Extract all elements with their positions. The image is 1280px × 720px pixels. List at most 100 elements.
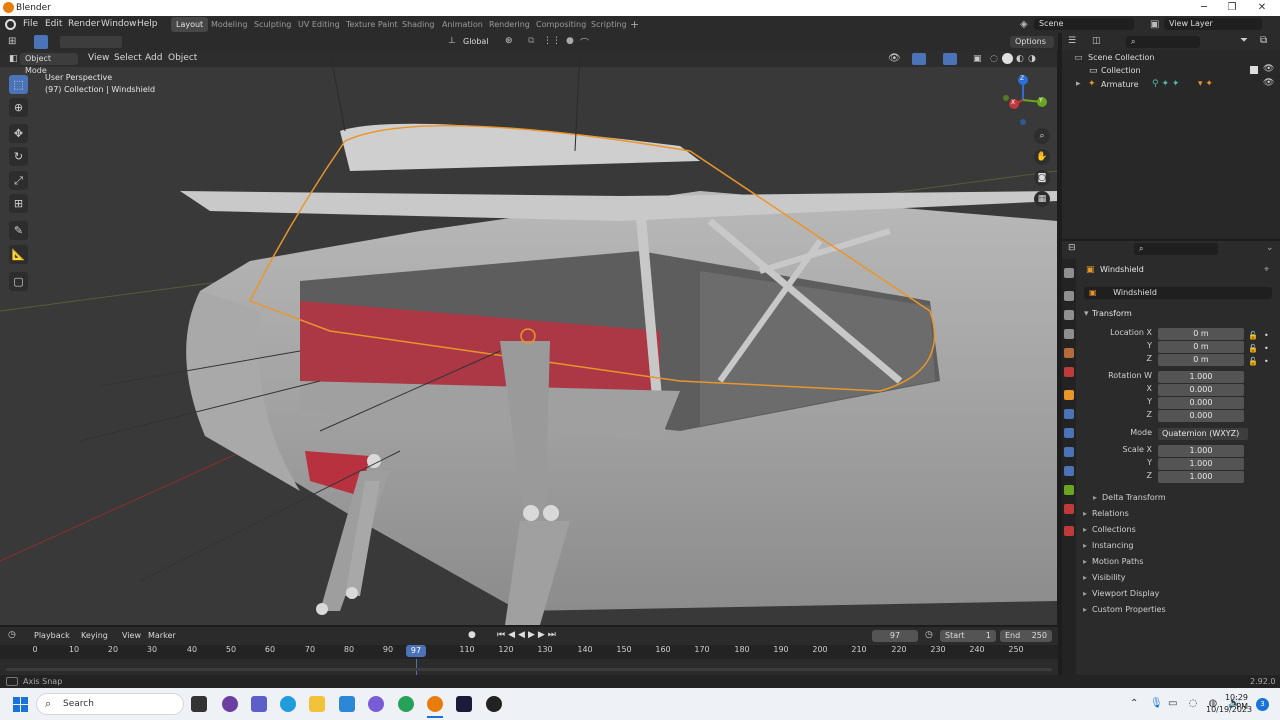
snap-target-icon[interactable]: ⋮⋮ [543, 36, 561, 46]
instancing-panel[interactable]: Instancing [1080, 538, 1272, 553]
end-frame-field[interactable]: End 250 [1000, 630, 1052, 642]
expand-arrow-icon[interactable]: ▸ [1076, 79, 1081, 89]
timeline-menu-keying[interactable]: Keying [77, 629, 112, 642]
object-mode-dropdown[interactable]: Object Mode [20, 53, 78, 75]
obs-icon[interactable] [486, 696, 502, 712]
motion-paths-panel[interactable]: Motion Paths [1080, 554, 1272, 569]
visibility-panel[interactable]: Visibility [1080, 570, 1272, 585]
pin-icon[interactable]: ⌖ [1264, 265, 1269, 275]
tool-tab-icon[interactable] [1064, 268, 1074, 278]
transform-collapse-icon[interactable]: ▾ [1084, 309, 1089, 319]
3d-viewport[interactable] [0, 51, 1057, 625]
scene-selector[interactable]: Scene [1034, 18, 1134, 30]
tab-sculpting[interactable]: Sculpting [249, 17, 296, 32]
edge-browser-icon[interactable] [280, 696, 296, 712]
current-frame-field[interactable]: 97 [872, 630, 918, 642]
measure-tool-icon[interactable]: 📐 [9, 245, 28, 264]
frame-ruler[interactable]: 0 10 20 30 40 50 60 70 80 90 110 120 130… [0, 645, 1058, 659]
output-tab-icon[interactable] [1064, 310, 1074, 320]
viewport-menu-add[interactable]: Add [141, 52, 166, 65]
maximize-icon[interactable]: ❐ [1218, 1, 1246, 15]
select-tool-icon[interactable]: ⬚ [9, 75, 28, 94]
keyframe-dot-icons[interactable]: • • • [1264, 329, 1269, 368]
tab-scripting[interactable]: Scripting [586, 17, 632, 32]
move-tool-icon[interactable]: ✥ [9, 124, 28, 143]
scene-tab-icon[interactable] [1064, 348, 1074, 358]
outliner-editor-icon[interactable]: ☰ [1068, 36, 1076, 46]
scale-z-field[interactable]: 1.000 [1158, 471, 1244, 483]
notification-badge[interactable]: 3 [1256, 698, 1269, 711]
tab-layout[interactable]: Layout [171, 17, 209, 32]
camera-view-icon[interactable]: ◙ [1034, 170, 1050, 186]
filter-icon[interactable]: ⏷ [1240, 35, 1248, 46]
rotation-x-field[interactable]: 0.000 [1158, 384, 1244, 396]
close-icon[interactable]: ✕ [1248, 1, 1276, 15]
properties-editor-icon[interactable]: ⊟ [1068, 243, 1076, 253]
transform-panel-title[interactable]: Transform [1092, 309, 1132, 318]
teams-icon[interactable] [251, 696, 267, 712]
snap-icon[interactable]: ⧉ [528, 36, 534, 46]
tab-modeling[interactable]: Modeling [206, 17, 252, 32]
blender-taskbar-icon[interactable] [427, 696, 443, 712]
proportional-edit-icon[interactable]: ● [566, 36, 574, 46]
app-icon-dark[interactable] [456, 696, 472, 712]
timeline-menu-playback[interactable]: Playback [30, 629, 74, 642]
microphone-icon[interactable]: 🎙 [1150, 698, 1163, 709]
particles-tab-icon[interactable] [1064, 428, 1074, 438]
select-box-icon[interactable] [34, 35, 48, 49]
navigation-gizmo[interactable]: Z Y X [1002, 74, 1048, 126]
outliner-scene-collection[interactable]: Scene Collection [1088, 53, 1155, 62]
texture-tab-icon[interactable] [1064, 526, 1074, 536]
minimize-icon[interactable]: ─ [1190, 1, 1218, 15]
rotation-w-field[interactable]: 1.000 [1158, 371, 1244, 383]
viewport-menu-object[interactable]: Object [164, 52, 201, 65]
zoom-icon[interactable]: ⌕ [1034, 128, 1050, 144]
taskbar-date[interactable]: 10/19/2023 [1206, 705, 1252, 714]
task-view-icon[interactable] [191, 696, 207, 712]
collections-panel[interactable]: Collections [1080, 522, 1272, 537]
taskbar-search-box[interactable]: ⌕ Search [36, 693, 184, 715]
record-icon[interactable]: ● [468, 630, 476, 640]
modifier-tab-icon[interactable] [1064, 409, 1074, 419]
playback-controls-icon[interactable]: ⏮◀◀▶▶⏭ [497, 630, 559, 640]
viewport-display-panel[interactable]: Viewport Display [1080, 586, 1272, 601]
solid-shading-icon[interactable] [1002, 53, 1013, 64]
pan-hand-icon[interactable]: ✋ [1034, 149, 1050, 165]
rotation-z-field[interactable]: 0.000 [1158, 410, 1244, 422]
menu-help[interactable]: Help [133, 18, 162, 31]
timeline-editor-icon[interactable]: ◷ [8, 630, 16, 640]
rotate-tool-icon[interactable]: ↻ [9, 147, 28, 166]
outliner-search-input[interactable]: ⌕ [1126, 36, 1200, 48]
lock-icons[interactable]: 🔓 🔓 🔓 [1248, 329, 1258, 368]
view-layer-tab-icon[interactable] [1064, 329, 1074, 339]
rotation-y-field[interactable]: 0.000 [1158, 397, 1244, 409]
world-tab-icon[interactable] [1064, 367, 1074, 377]
custom-properties-panel[interactable]: Custom Properties [1080, 602, 1272, 617]
material-tab-icon[interactable] [1064, 504, 1074, 514]
selection-mode-buttons[interactable] [60, 36, 122, 48]
ortho-grid-icon[interactable]: ▦ [1034, 191, 1050, 207]
object-tab-icon[interactable] [1064, 390, 1074, 400]
app-icon-blue[interactable] [339, 696, 355, 712]
menu-edit[interactable]: Edit [41, 18, 66, 31]
constraints-tab-icon[interactable] [1064, 466, 1074, 476]
new-collection-icon[interactable]: ⧉ [1260, 35, 1267, 46]
delta-transform-panel[interactable]: Delta Transform [1090, 490, 1280, 505]
transform-tool-icon[interactable]: ⊞ [9, 194, 28, 213]
relations-panel[interactable]: Relations [1080, 506, 1272, 521]
collection-checkbox[interactable] [1250, 66, 1258, 74]
add-workspace-icon[interactable]: + [630, 18, 639, 31]
xray-icon[interactable]: ▣ [973, 54, 982, 64]
properties-search-input[interactable]: ⌕ [1134, 243, 1218, 255]
options-chevron-icon[interactable]: ⌄ [1266, 243, 1274, 253]
discord-icon[interactable] [368, 696, 384, 712]
outliner-collection[interactable]: Collection [1101, 66, 1141, 75]
start-frame-field[interactable]: Start 1 [940, 630, 996, 642]
tab-shading[interactable]: Shading [397, 17, 440, 32]
annotate-tool-icon[interactable]: ✎ [9, 221, 28, 240]
scale-tool-icon[interactable]: ⤢ [9, 171, 28, 190]
timeline-menu-view[interactable]: View [118, 629, 145, 642]
gizmo-toggle-icon[interactable] [912, 53, 926, 65]
mesh-data-tab-icon[interactable] [1064, 485, 1074, 495]
location-x-field[interactable]: 0 m [1158, 328, 1244, 340]
